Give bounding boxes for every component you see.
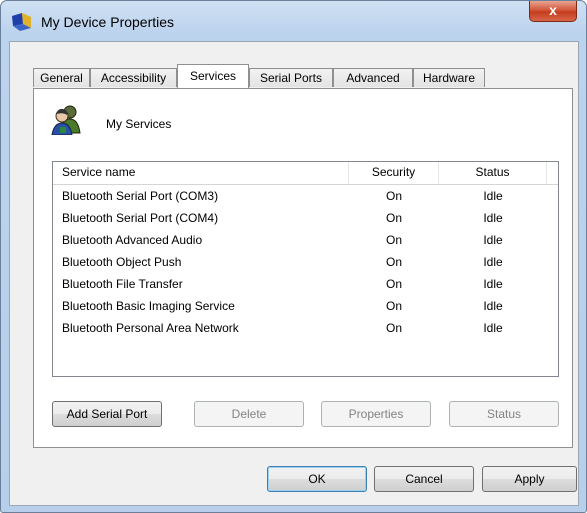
list-item[interactable]: Bluetooth Object Push On Idle [53,251,558,273]
service-name-cell: Bluetooth File Transfer [62,277,183,291]
security-cell: On [385,233,402,247]
tab-accessibility[interactable]: Accessibility [90,68,177,87]
status-cell: Idle [483,321,503,335]
apply-button[interactable]: Apply [482,466,577,492]
security-cell: On [385,189,402,203]
status-button[interactable]: Status [449,401,559,427]
service-name-cell: Bluetooth Serial Port (COM3) [62,189,219,203]
status-cell: Idle [483,277,503,291]
properties-button[interactable]: Properties [321,401,431,427]
services-tab-panel: My Services Service name Security Status… [33,88,573,448]
window-title: My Device Properties [41,14,175,30]
list-item[interactable]: Bluetooth Advanced Audio On Idle [53,229,558,251]
security-cell: On [385,255,402,269]
status-cell: Idle [483,189,503,203]
status-cell: Idle [483,255,503,269]
list-item[interactable]: Bluetooth File Transfer On Idle [53,273,558,295]
bluetooth-device-icon [12,13,31,31]
status-cell: Idle [483,233,503,247]
title-bar[interactable]: My Device Properties x [1,1,586,41]
list-item[interactable]: Bluetooth Serial Port (COM3) On Idle [53,185,558,207]
security-cell: On [385,299,402,313]
dialog-window: My Device Properties x General Accessibi… [0,0,587,513]
panel-heading: My Services [106,117,172,131]
service-name-cell: Bluetooth Basic Imaging Service [62,299,235,313]
status-cell: Idle [483,211,503,225]
tab-advanced[interactable]: Advanced [333,68,413,87]
services-list[interactable]: Service name Security Status Bluetooth S… [52,161,559,377]
tab-serial-ports[interactable]: Serial Ports [249,68,333,87]
users-icon [51,105,81,135]
cancel-button[interactable]: Cancel [374,466,474,492]
list-header: Service name Security Status [53,162,558,185]
close-button[interactable]: x [529,1,577,22]
service-name-cell: Bluetooth Object Push [62,255,182,269]
tab-hardware[interactable]: Hardware [413,68,485,87]
dialog-client-area: General Accessibility Services Serial Po… [9,41,579,506]
security-cell: On [385,321,402,335]
security-cell: On [385,277,402,291]
column-status[interactable]: Status [439,162,547,184]
list-item[interactable]: Bluetooth Personal Area Network On Idle [53,317,558,339]
column-service-name[interactable]: Service name [53,162,349,184]
column-security[interactable]: Security [349,162,439,184]
security-cell: On [385,211,402,225]
tab-services[interactable]: Services [177,64,249,88]
delete-button[interactable]: Delete [194,401,304,427]
list-item[interactable]: Bluetooth Basic Imaging Service On Idle [53,295,558,317]
tab-general[interactable]: General [33,68,90,87]
list-item[interactable]: Bluetooth Serial Port (COM4) On Idle [53,207,558,229]
service-name-cell: Bluetooth Personal Area Network [62,321,239,335]
ok-button[interactable]: OK [267,466,367,492]
service-name-cell: Bluetooth Serial Port (COM4) [62,211,219,225]
status-cell: Idle [483,299,503,313]
add-serial-port-button[interactable]: Add Serial Port [52,401,162,427]
service-name-cell: Bluetooth Advanced Audio [62,233,203,247]
